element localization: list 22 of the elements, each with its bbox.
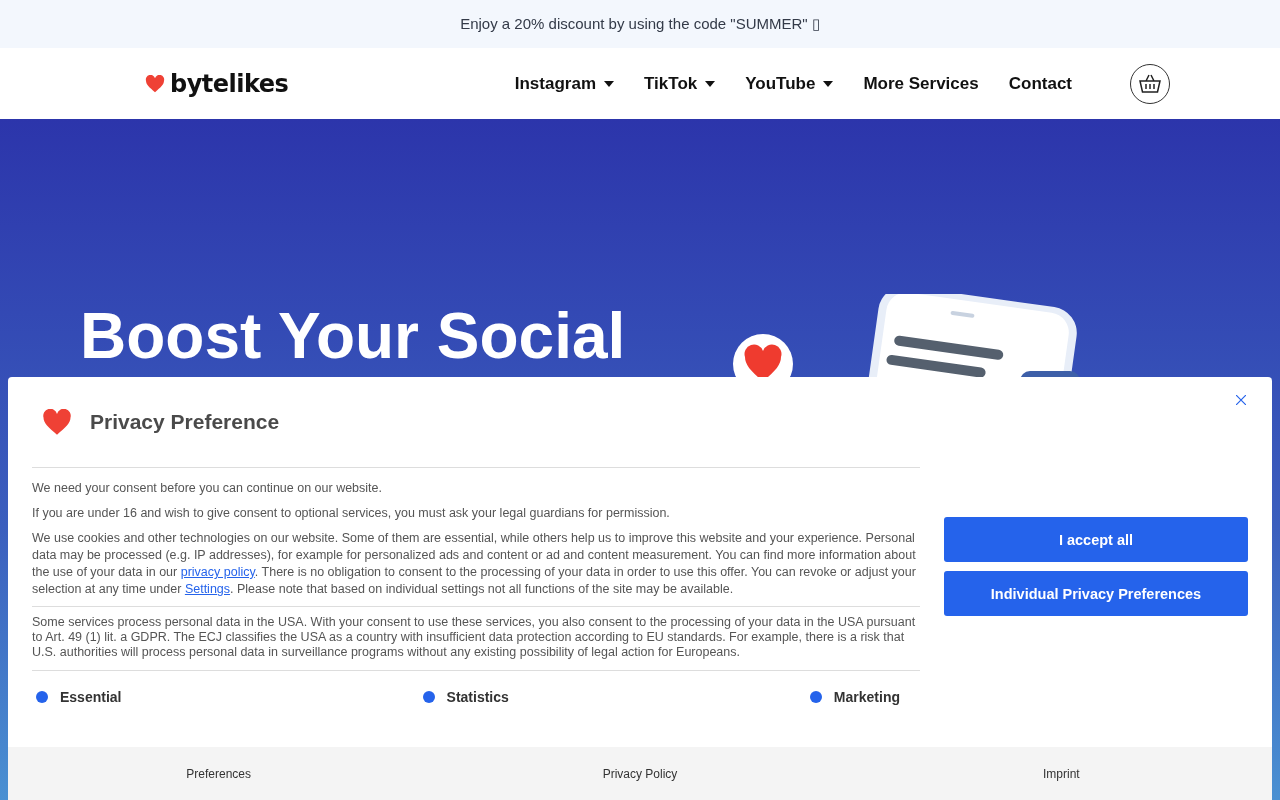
nav-link[interactable]: Contact [1008, 73, 1072, 94]
logo-text[interactable]: bytelikes [170, 69, 289, 98]
service-group-label: Statistics [446, 689, 509, 705]
consent-paragraph: We use cookies and other technologies on our website. Some of them are essential, while others help us to improve this website and your experience. Personal data may be processed (e.g. IP addresses), for example for personalized ads and content or ad and content measurement. You can find more information about the use of your data in our privacy policy. There is no obligation to consent to the processing of your data in order to use this offer. You can revoke or adjust your selection at any time under Settings. Please note that based on individual settings not all functions of the site may be available. [32, 530, 917, 598]
nav-link[interactable]: More Services [863, 73, 979, 94]
consent-button[interactable]: Individual Privacy Preferences [944, 571, 1248, 616]
dialog-title: Privacy Preference [90, 410, 280, 434]
footer-link[interactable]: Privacy Policy [602, 766, 678, 781]
footer-link[interactable]: Imprint [1043, 766, 1080, 781]
consent-paragraph: If you are under 16 and wish to give consent to optional services, you must ask your legal guardians for permission. [32, 505, 671, 522]
usa-notice: Some services process personal data in the USA. With your consent to use these services, you also consent to the processing of your data in the USA pursuant to Art. 49 (1) lit. a GDPR. The ECJ classifies the USA as a country with insufficient data protection according to EU standards. For example, there is a risk that U.S. authorities will process personal data in surveillance programs without any existing possibility of legal action for Europeans. [32, 606, 920, 671]
text-link[interactable]: privacy policy [180, 565, 255, 579]
consent-button[interactable]: I accept all [944, 517, 1248, 562]
nav-link[interactable]: YouTube [745, 73, 834, 94]
consent-paragraph: We need your consent before you can continue on our website. [32, 480, 383, 497]
footer-link[interactable]: Preferences [186, 766, 251, 781]
service-group-label: Essential [60, 689, 122, 705]
nav-link[interactable]: Instagram [514, 73, 614, 94]
promo-text: Enjoy a 20% discount by using the code "SUMMER" ▯ [460, 15, 820, 33]
nav-link[interactable]: TikTok [644, 73, 716, 94]
service-group-label: Marketing [833, 689, 900, 705]
hero-title: Boost Your Social [80, 299, 626, 373]
